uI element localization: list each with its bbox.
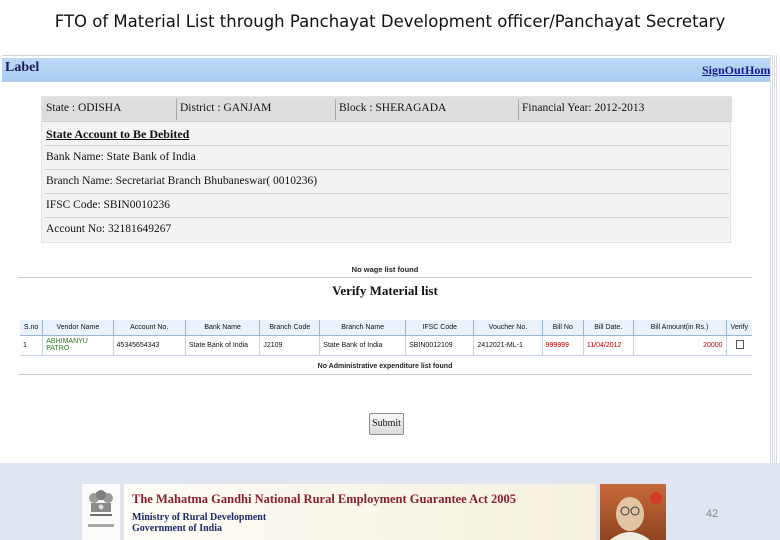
header-voucher-no: Voucher No. bbox=[473, 320, 543, 336]
table-header-row: S.no Vendor Name Account No. Bank Name B… bbox=[20, 320, 752, 336]
branch-name-field: Branch Name: Secretariat Branch Bhubanes… bbox=[46, 175, 318, 187]
account-heading: State Account to Be Debited bbox=[46, 127, 190, 141]
account-number-field: Account No: 32181649267 bbox=[46, 223, 172, 235]
header-branch-name: Branch Name bbox=[319, 320, 407, 336]
top-bar: Label SignOut Home bbox=[2, 58, 776, 82]
cell-divider bbox=[176, 99, 177, 120]
gandhi-portrait-icon bbox=[600, 484, 666, 540]
cell-account-no: 45345654343 bbox=[113, 335, 186, 356]
material-list-table: S.no Vendor Name Account No. Bank Name B… bbox=[20, 320, 752, 356]
national-emblem-icon bbox=[82, 484, 120, 540]
ifsc-code-field: IFSC Code: SBIN0010236 bbox=[46, 199, 170, 211]
verify-material-title: Verify Material list bbox=[332, 283, 438, 298]
cell-divider bbox=[335, 99, 336, 120]
header-bill-no: Bill No bbox=[542, 320, 584, 336]
cell-vendor-name: ABHIMANYU PATRO bbox=[42, 335, 114, 356]
ministry-name: Ministry of Rural Development bbox=[132, 512, 267, 523]
scrollbar[interactable] bbox=[770, 55, 778, 463]
location-row: State : ODISHA District : GANJAM Block :… bbox=[42, 97, 732, 122]
cell-bank-name: State Bank of India bbox=[185, 335, 261, 356]
header-branch-code: Branch Code bbox=[259, 320, 321, 336]
header-bank-name: Bank Name bbox=[185, 320, 261, 336]
page-label: Label bbox=[5, 60, 40, 75]
page-number: 42 bbox=[705, 508, 719, 520]
header-bill-amount: Bill Amount(in Rs.) bbox=[633, 320, 727, 336]
table-row: 1 ABHIMANYU PATRO 45345654343 State Bank… bbox=[20, 335, 752, 356]
cell-bill-no: 999999 bbox=[542, 335, 584, 356]
cell-voucher-no: 2412021-ML-1 bbox=[473, 335, 543, 356]
cell-branch-code: J2109 bbox=[259, 335, 321, 356]
verify-checkbox[interactable] bbox=[735, 339, 744, 349]
slide-title: FTO of Material List through Panchayat D… bbox=[54, 12, 726, 31]
cell-divider bbox=[518, 99, 519, 120]
bank-name-field: Bank Name: State Bank of India bbox=[46, 151, 196, 163]
cell-bill-date: 11/04/2012 bbox=[583, 335, 634, 356]
government-name: Government of India bbox=[132, 523, 222, 534]
mgnrega-banner: The Mahatma Gandhi National Rural Employ… bbox=[124, 484, 596, 540]
cell-sno: 1 bbox=[20, 335, 44, 356]
header-ifsc-code: IFSC Code bbox=[405, 320, 475, 336]
divider bbox=[45, 193, 729, 194]
block-field: Block : SHERAGADA bbox=[339, 102, 447, 114]
header-vendor-name: Vendor Name bbox=[42, 320, 114, 336]
financial-year-field: Financial Year: 2012-2013 bbox=[522, 102, 645, 114]
admin-expenditure-message: No Administrative expenditure list found bbox=[18, 360, 752, 375]
banner-title: The Mahatma Gandhi National Rural Employ… bbox=[132, 492, 517, 506]
submit-button[interactable]: Submit bbox=[369, 413, 404, 435]
screenshot-window: Label SignOut Home State : ODISHA Distri… bbox=[2, 55, 776, 463]
state-field: State : ODISHA bbox=[46, 102, 122, 114]
cell-branch-name: State Bank of India bbox=[319, 335, 407, 356]
header-sno: S.no bbox=[20, 320, 44, 336]
divider bbox=[45, 169, 729, 170]
account-info-panel: State : ODISHA District : GANJAM Block :… bbox=[41, 96, 732, 243]
wage-list-message: No wage list found bbox=[18, 262, 752, 278]
header-account-no: Account No. bbox=[113, 320, 186, 336]
cell-bill-amount: 20000 bbox=[633, 335, 727, 356]
district-field: District : GANJAM bbox=[180, 102, 272, 114]
header-verify: Verify bbox=[726, 320, 752, 336]
divider bbox=[45, 145, 729, 146]
header-bill-date: Bill Date. bbox=[583, 320, 634, 336]
signout-link[interactable]: SignOut bbox=[702, 63, 745, 78]
divider bbox=[45, 217, 729, 218]
cell-ifsc-code: SBIN0012109 bbox=[405, 335, 475, 356]
cell-verify bbox=[726, 335, 752, 356]
